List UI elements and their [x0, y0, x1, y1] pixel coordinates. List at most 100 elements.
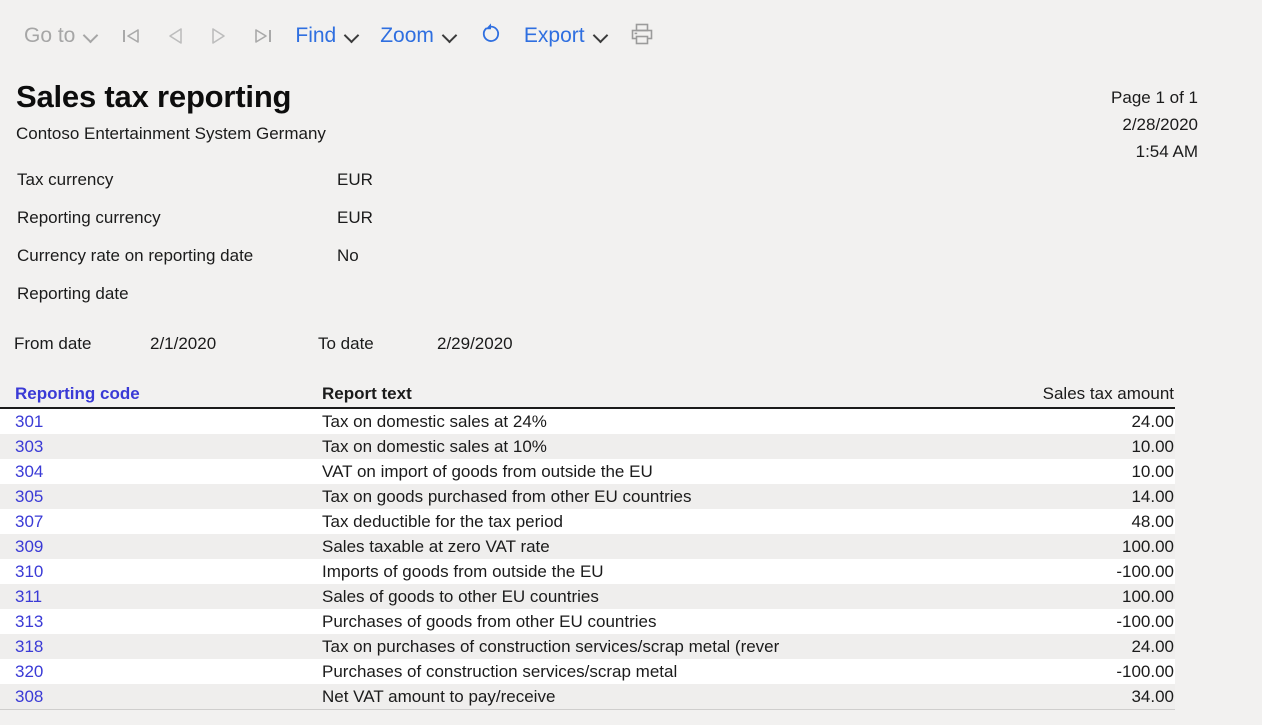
- print-button[interactable]: [619, 13, 665, 59]
- table-row: 311 Sales of goods to other EU countries 1…: [0, 584, 1175, 609]
- report-text-cell: Tax on purchases of construction service…: [322, 636, 780, 656]
- page-title: Sales tax reporting: [16, 79, 292, 114]
- parameter-value: No: [337, 246, 359, 265]
- refresh-icon: [477, 20, 505, 53]
- table-header-row: Reporting code Report text Sales tax amo…: [0, 384, 1175, 409]
- parameter-value: EUR: [337, 170, 373, 189]
- sales-tax-amount-cell: 10.00: [1131, 461, 1174, 481]
- sales-tax-amount-cell: 100.00: [1122, 536, 1174, 556]
- parameter-row: Tax currency EUR: [17, 161, 1262, 199]
- company-name: Contoso Entertainment System Germany: [16, 124, 326, 143]
- chevron-down-icon: [594, 29, 609, 44]
- sales-tax-amount-cell: -100.00: [1116, 661, 1174, 681]
- last-page-icon: [251, 24, 275, 48]
- first-page-button[interactable]: [109, 13, 153, 59]
- find-button[interactable]: Find: [285, 13, 370, 59]
- go-to-label: Go to: [24, 24, 76, 47]
- table-body: 301 Tax on domestic sales at 24% 24.00 303 T…: [0, 409, 1175, 710]
- parameter-row: Reporting currency EUR: [17, 199, 1262, 237]
- date-range-row: From date 2/1/2020 To date 2/29/2020: [0, 324, 1262, 364]
- reporting-code-link[interactable]: 309: [0, 537, 322, 557]
- print-icon: [628, 20, 656, 53]
- sales-tax-table: Reporting code Report text Sales tax amo…: [0, 384, 1175, 710]
- report-parameters: Tax currency EUR Reporting currency EUR …: [0, 161, 1262, 313]
- sales-tax-amount-cell: -100.00: [1116, 561, 1174, 581]
- reporting-code-link[interactable]: 308: [0, 687, 322, 707]
- table-row: 318 Tax on purchases of construction serv…: [0, 634, 1175, 659]
- report-text-cell: Net VAT amount to pay/receive: [322, 686, 556, 706]
- from-date-value: 2/1/2020: [150, 334, 217, 353]
- report-date: 2/28/2020: [1122, 115, 1198, 134]
- report-text-cell: Purchases of goods from other EU countri…: [322, 611, 657, 631]
- column-header-sales-tax-amount: Sales tax amount: [1042, 384, 1174, 403]
- parameter-label: Reporting currency: [17, 208, 161, 227]
- next-page-icon: [207, 24, 231, 48]
- report-text-cell: Tax on goods purchased from other EU cou…: [322, 486, 692, 506]
- table-row: 303 Tax on domestic sales at 10% 10.00: [0, 434, 1175, 459]
- previous-page-button[interactable]: [153, 13, 197, 59]
- column-header-reporting-code: Reporting code: [15, 384, 140, 403]
- find-label: Find: [295, 24, 337, 47]
- export-button[interactable]: Export: [514, 13, 619, 59]
- parameter-row: Currency rate on reporting date No: [17, 237, 1262, 275]
- go-to-button[interactable]: Go to: [14, 13, 109, 59]
- page-number: Page 1 of 1: [1111, 88, 1198, 107]
- column-header-report-text: Report text: [322, 384, 412, 403]
- table-row: 310 Imports of goods from outside the EU -…: [0, 559, 1175, 584]
- reporting-code-link[interactable]: 303: [0, 437, 322, 457]
- report-text-cell: Imports of goods from outside the EU: [322, 561, 604, 581]
- report-text-cell: Purchases of construction services/scrap…: [322, 661, 678, 681]
- report-viewer-toolbar: Go to Find Zoom Export: [0, 0, 1262, 72]
- parameter-label: Tax currency: [17, 170, 114, 189]
- page-meta: Page 1 of 1 2/28/2020 1:54 AM: [1111, 84, 1198, 165]
- table-row: 309 Sales taxable at zero VAT rate 100.00: [0, 534, 1175, 559]
- parameter-value: EUR: [337, 208, 373, 227]
- zoom-button[interactable]: Zoom: [370, 13, 468, 59]
- previous-page-icon: [163, 24, 187, 48]
- chevron-down-icon: [443, 29, 458, 44]
- table-row: 305 Tax on goods purchased from other EU …: [0, 484, 1175, 509]
- report-header: Sales tax reporting Contoso Entertainmen…: [0, 72, 1262, 161]
- reporting-code-link[interactable]: 307: [0, 512, 322, 532]
- sales-tax-amount-cell: 34.00: [1131, 686, 1174, 706]
- report-text-cell: Sales taxable at zero VAT rate: [322, 536, 550, 556]
- sales-tax-amount-cell: 48.00: [1131, 511, 1174, 531]
- sales-tax-amount-cell: 24.00: [1131, 411, 1174, 431]
- reporting-code-link[interactable]: 320: [0, 662, 322, 682]
- report-text-cell: Sales of goods to other EU countries: [322, 586, 599, 606]
- reporting-code-link[interactable]: 318: [0, 637, 322, 657]
- sales-tax-amount-cell: 100.00: [1122, 586, 1174, 606]
- chevron-down-icon: [345, 29, 360, 44]
- sales-tax-amount-cell: 14.00: [1131, 486, 1174, 506]
- first-page-icon: [119, 24, 143, 48]
- sales-tax-amount-cell: -100.00: [1116, 611, 1174, 631]
- table-row: 301 Tax on domestic sales at 24% 24.00: [0, 409, 1175, 434]
- zoom-label: Zoom: [380, 24, 434, 47]
- report-text-cell: Tax on domestic sales at 10%: [322, 436, 547, 456]
- reporting-code-link[interactable]: 301: [0, 412, 322, 432]
- sales-tax-amount-cell: 10.00: [1131, 436, 1174, 456]
- report-text-cell: VAT on import of goods from outside the …: [322, 461, 653, 481]
- refresh-button[interactable]: [468, 13, 514, 59]
- from-date-label: From date: [14, 334, 92, 353]
- sales-tax-amount-cell: 24.00: [1131, 636, 1174, 656]
- table-row: 320 Purchases of construction services/sc…: [0, 659, 1175, 684]
- chevron-down-icon: [84, 29, 99, 44]
- last-page-button[interactable]: [241, 13, 285, 59]
- next-page-button[interactable]: [197, 13, 241, 59]
- reporting-code-link[interactable]: 313: [0, 612, 322, 632]
- parameter-row: Reporting date: [17, 275, 1262, 313]
- export-label: Export: [523, 24, 585, 47]
- reporting-code-link[interactable]: 305: [0, 487, 322, 507]
- reporting-code-link[interactable]: 311: [0, 587, 322, 607]
- parameter-label: Currency rate on reporting date: [17, 246, 254, 265]
- report-text-cell: Tax deductible for the tax period: [322, 511, 563, 531]
- table-row: 313 Purchases of goods from other EU coun…: [0, 609, 1175, 634]
- reporting-code-link[interactable]: 304: [0, 462, 322, 482]
- reporting-code-link[interactable]: 310: [0, 562, 322, 582]
- report-time: 1:54 AM: [1135, 142, 1198, 161]
- table-row: 308 Net VAT amount to pay/receive 34.00: [0, 684, 1175, 710]
- table-row: 304 VAT on import of goods from outside t…: [0, 459, 1175, 484]
- table-row: 307 Tax deductible for the tax period 48.0…: [0, 509, 1175, 534]
- report-text-cell: Tax on domestic sales at 24%: [322, 411, 547, 431]
